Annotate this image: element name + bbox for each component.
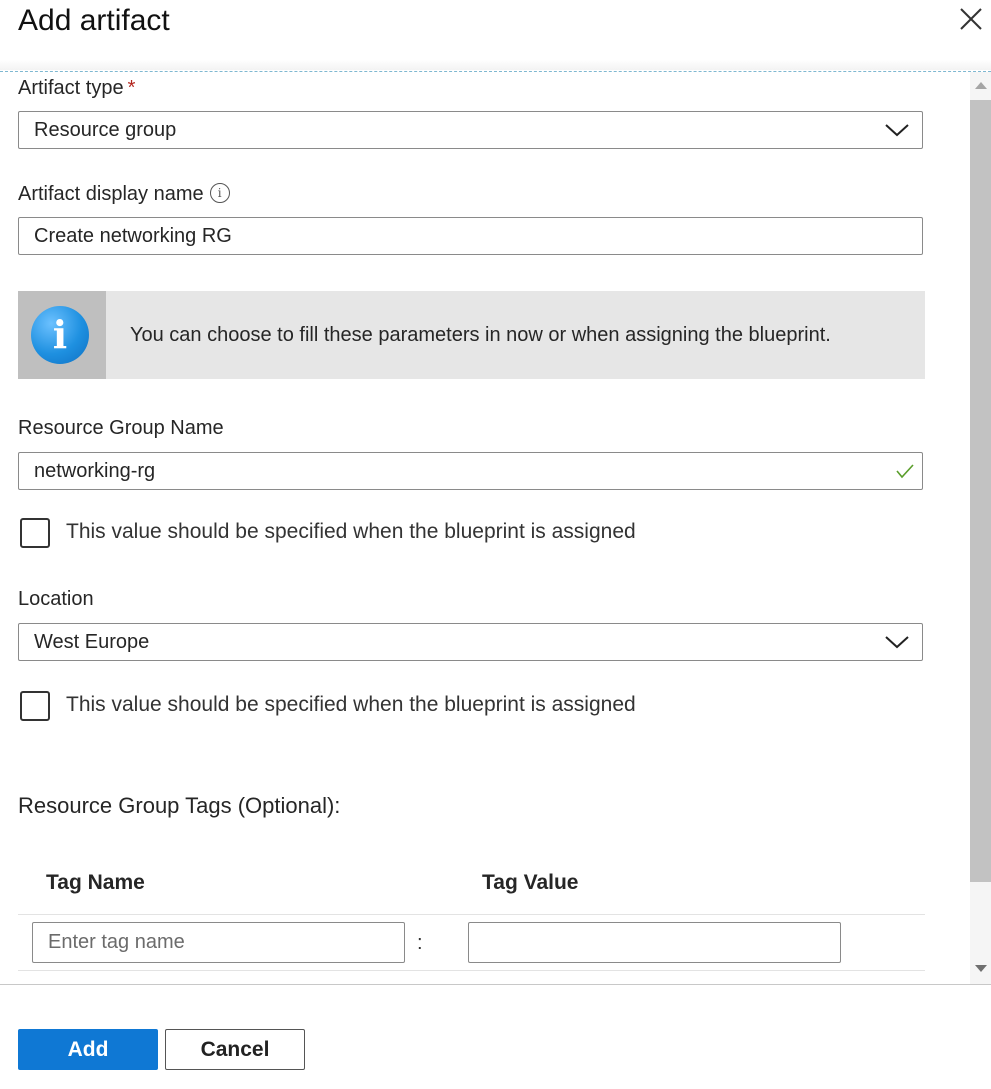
resource-group-name-value: networking-rg bbox=[34, 460, 156, 482]
table-header-divider bbox=[18, 914, 925, 915]
artifact-type-value: Resource group bbox=[34, 119, 177, 141]
panel-title: Add artifact bbox=[18, 4, 170, 37]
rg-name-assign-checkbox-label: This value should be specified when the … bbox=[66, 520, 636, 543]
tag-separator: : bbox=[417, 932, 423, 954]
info-icon-glyph: i bbox=[52, 312, 68, 357]
vertical-scrollbar[interactable] bbox=[970, 72, 991, 984]
location-dropdown[interactable]: West Europe bbox=[18, 623, 923, 661]
tag-name-column-header: Tag Name bbox=[46, 871, 145, 894]
tag-value-input[interactable] bbox=[468, 922, 841, 963]
scroll-up-arrow-icon[interactable] bbox=[975, 82, 987, 89]
info-icon: i bbox=[31, 306, 89, 364]
display-name-input[interactable]: Create networking RG bbox=[18, 217, 923, 255]
footer-divider bbox=[0, 984, 991, 985]
banner-icon-area: i bbox=[18, 291, 106, 379]
chevron-down-icon bbox=[885, 124, 909, 137]
panel-header: Add artifact bbox=[0, 0, 991, 70]
artifact-type-dropdown[interactable]: Resource group bbox=[18, 111, 923, 149]
form-scroll-area: Artifact type * Resource group Artifact d… bbox=[0, 72, 969, 984]
tag-value-column-header: Tag Value bbox=[482, 871, 579, 894]
cancel-button[interactable]: Cancel bbox=[165, 1029, 305, 1070]
scrollbar-thumb[interactable] bbox=[970, 100, 991, 882]
checkmark-icon bbox=[896, 464, 914, 479]
table-row-divider bbox=[18, 970, 925, 971]
location-label: Location bbox=[18, 588, 94, 610]
tags-heading: Resource Group Tags (Optional): bbox=[18, 793, 341, 818]
banner-text: You can choose to fill these parameters … bbox=[130, 324, 831, 346]
display-name-label: Artifact display name i bbox=[18, 182, 230, 206]
location-assign-checkbox-label: This value should be specified when the … bbox=[66, 693, 636, 716]
artifact-type-label: Artifact type * bbox=[18, 77, 136, 99]
rg-name-assign-checkbox[interactable] bbox=[20, 518, 50, 548]
required-marker: * bbox=[127, 77, 136, 99]
tag-name-input[interactable] bbox=[32, 922, 405, 963]
chevron-down-icon bbox=[885, 636, 909, 649]
location-assign-checkbox[interactable] bbox=[20, 691, 50, 721]
resource-group-name-input[interactable]: networking-rg bbox=[18, 452, 923, 490]
close-icon[interactable] bbox=[958, 6, 984, 32]
add-button[interactable]: Add bbox=[18, 1029, 158, 1070]
display-name-value: Create networking RG bbox=[34, 225, 232, 247]
info-circle-icon[interactable]: i bbox=[209, 182, 230, 203]
scroll-down-arrow-icon[interactable] bbox=[975, 965, 987, 972]
info-banner: i You can choose to fill these parameter… bbox=[18, 291, 925, 379]
location-value: West Europe bbox=[34, 631, 150, 653]
resource-group-name-label: Resource Group Name bbox=[18, 417, 224, 439]
